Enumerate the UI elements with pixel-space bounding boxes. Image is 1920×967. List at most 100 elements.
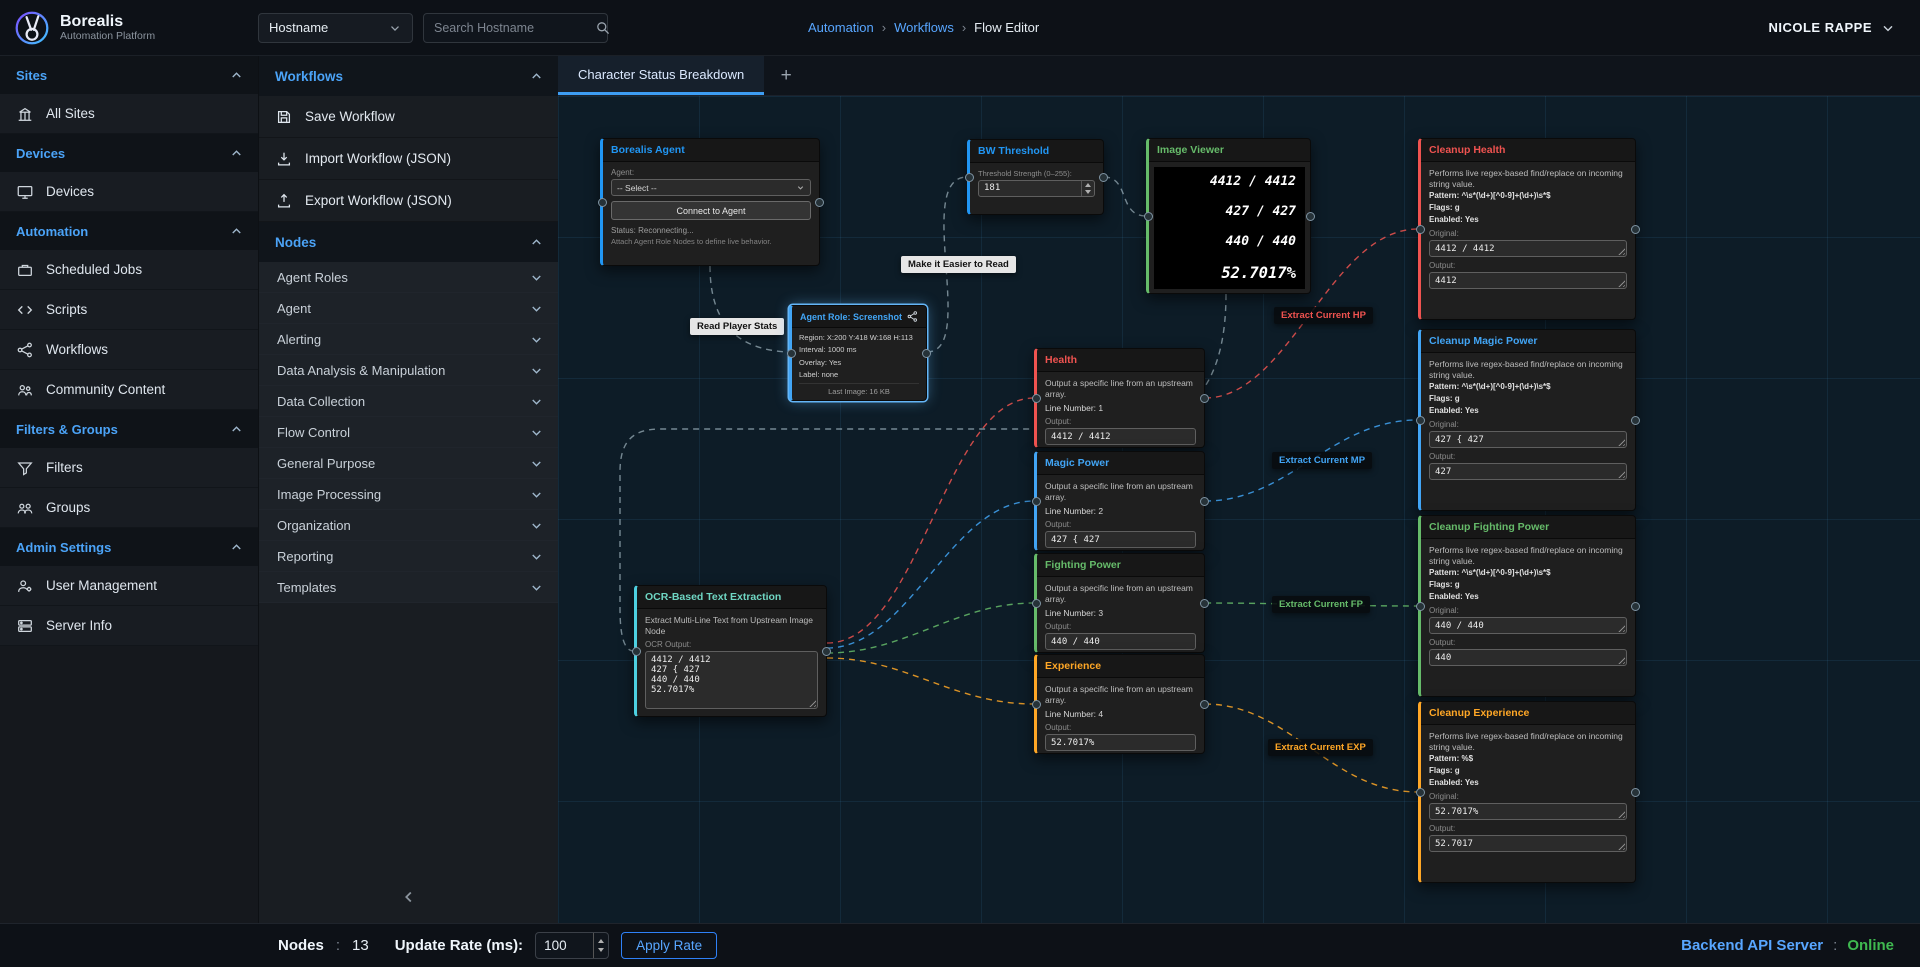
output-field[interactable]: 52.7017% <box>1045 734 1196 751</box>
resize-grip-icon[interactable] <box>1616 809 1625 818</box>
output-label: Output: <box>1429 261 1627 270</box>
node-category-agent-roles[interactable]: Agent Roles <box>259 262 558 293</box>
category-label: Alerting <box>277 332 321 347</box>
original-value: 4412 / 4412 <box>1435 244 1495 254</box>
original-textarea[interactable]: 52.7017% <box>1429 803 1627 820</box>
backend-status-badge: Online <box>1847 937 1894 954</box>
ocr-output-textarea[interactable]: 4412 / 4412 427 { 427 440 / 440 52.7017% <box>645 651 818 709</box>
update-rate-value[interactable] <box>536 933 593 958</box>
original-textarea[interactable]: 427 { 427 <box>1429 431 1627 448</box>
node-category-data-analysis[interactable]: Data Analysis & Manipulation <box>259 355 558 386</box>
apply-rate-button[interactable]: Apply Rate <box>621 932 717 959</box>
output-textarea[interactable]: 427 <box>1429 463 1627 480</box>
sidebar-item-community-content[interactable]: Community Content <box>0 370 258 410</box>
sidebar-section-admin-settings[interactable]: Admin Settings <box>0 528 258 566</box>
output-textarea[interactable]: 4412 <box>1429 272 1627 289</box>
resize-grip-icon[interactable] <box>1616 841 1625 850</box>
workflow-panel: Workflows Save Workflow Import Workflow … <box>258 56 558 923</box>
add-tab-button[interactable]: + <box>764 56 808 95</box>
node-category-image-processing[interactable]: Image Processing <box>259 479 558 510</box>
viewer-line: 427 / 427 <box>1163 204 1296 219</box>
node-category-organization[interactable]: Organization <box>259 510 558 541</box>
node-category-templates[interactable]: Templates <box>259 572 558 603</box>
save-workflow-button[interactable]: Save Workflow <box>259 96 558 138</box>
sidebar-section-sites[interactable]: Sites <box>0 56 258 94</box>
agent-select[interactable]: -- Select -- <box>611 179 811 196</box>
node-experience[interactable]: Experience Output a specific line from a… <box>1034 654 1205 754</box>
node-agent-role-screenshot[interactable]: Agent Role: Screenshot Region: X:200 Y:4… <box>789 305 927 401</box>
number-stepper[interactable] <box>593 933 608 958</box>
resize-grip-icon[interactable] <box>1616 437 1625 446</box>
breadcrumb-workflows[interactable]: Workflows <box>894 20 954 35</box>
original-textarea[interactable]: 4412 / 4412 <box>1429 240 1627 257</box>
node-description: Output a specific line from an upstream … <box>1045 583 1196 604</box>
output-textarea[interactable]: 52.7017 <box>1429 835 1627 852</box>
node-category-reporting[interactable]: Reporting <box>259 541 558 572</box>
resize-grip-icon[interactable] <box>1616 655 1625 664</box>
ocr-output-label: OCR Output: <box>645 640 818 649</box>
share-icon[interactable] <box>907 311 918 322</box>
threshold-input[interactable]: 181 <box>978 180 1095 197</box>
search-icon[interactable] <box>595 20 611 36</box>
hostname-select[interactable]: Hostname <box>258 13 413 43</box>
import-workflow-button[interactable]: Import Workflow (JSON) <box>259 138 558 180</box>
number-stepper[interactable] <box>1081 181 1094 196</box>
sidebar-section-automation[interactable]: Automation <box>0 212 258 250</box>
output-textarea[interactable]: 440 <box>1429 649 1627 666</box>
monitor-icon <box>16 183 34 201</box>
sidebar-item-user-management[interactable]: User Management <box>0 566 258 606</box>
sidebar-item-groups[interactable]: Groups <box>0 488 258 528</box>
sidebar-section-filters-groups[interactable]: Filters & Groups <box>0 410 258 448</box>
sidebar-item-filters[interactable]: Filters <box>0 448 258 488</box>
node-category-general-purpose[interactable]: General Purpose <box>259 448 558 479</box>
search-input[interactable] <box>434 21 595 35</box>
node-category-data-collection[interactable]: Data Collection <box>259 386 558 417</box>
item-label: User Management <box>46 578 157 593</box>
node-category-flow-control[interactable]: Flow Control <box>259 417 558 448</box>
workflows-panel-header[interactable]: Workflows <box>259 56 558 96</box>
sidebar-item-scheduled-jobs[interactable]: Scheduled Jobs <box>0 250 258 290</box>
original-textarea[interactable]: 440 / 440 <box>1429 617 1627 634</box>
sidebar-item-devices[interactable]: Devices <box>0 172 258 212</box>
nodes-panel-header[interactable]: Nodes <box>259 222 558 262</box>
node-fighting-power[interactable]: Fighting Power Output a specific line fr… <box>1034 553 1205 653</box>
interval-line: Interval: 1000 ms <box>799 345 919 355</box>
node-cleanup-health[interactable]: Cleanup Health Performs live regex-based… <box>1418 138 1636 320</box>
node-cleanup-magic-power[interactable]: Cleanup Magic Power Performs live regex-… <box>1418 329 1636 511</box>
sidebar-item-scripts[interactable]: Scripts <box>0 290 258 330</box>
output-field[interactable]: 4412 / 4412 <box>1045 428 1196 445</box>
collapse-panel-button[interactable] <box>390 884 428 915</box>
node-health[interactable]: Health Output a specific line from an up… <box>1034 348 1205 448</box>
node-image-viewer[interactable]: Image Viewer 4412 / 4412 427 / 427 440 /… <box>1146 138 1311 294</box>
flow-canvas[interactable]: Read Player Stats Make it Easier to Read… <box>558 96 1920 923</box>
edge-label-extract-fp: Extract Current FP <box>1272 596 1370 613</box>
resize-grip-icon[interactable] <box>1616 278 1625 287</box>
output-field[interactable]: 427 { 427 <box>1045 531 1196 548</box>
sidebar-item-workflows[interactable]: Workflows <box>0 330 258 370</box>
resize-grip-icon[interactable] <box>1616 246 1625 255</box>
node-cleanup-experience[interactable]: Cleanup Experience Performs live regex-b… <box>1418 701 1636 883</box>
export-workflow-button[interactable]: Export Workflow (JSON) <box>259 180 558 222</box>
resize-grip-icon[interactable] <box>1616 623 1625 632</box>
node-bw-threshold[interactable]: BW Threshold Threshold Strength (0–255):… <box>967 139 1104 215</box>
backend-api-label: Backend API Server <box>1681 937 1823 954</box>
node-magic-power[interactable]: Magic Power Output a specific line from … <box>1034 451 1205 551</box>
node-cleanup-fighting-power[interactable]: Cleanup Fighting Power Performs live reg… <box>1418 515 1636 697</box>
breadcrumb-automation[interactable]: Automation <box>808 20 874 35</box>
sidebar-item-server-info[interactable]: Server Info <box>0 606 258 646</box>
sidebar-item-all-sites[interactable]: All Sites <box>0 94 258 134</box>
tab-character-status-breakdown[interactable]: Character Status Breakdown <box>558 56 764 95</box>
sidebar-section-devices[interactable]: Devices <box>0 134 258 172</box>
update-rate-input[interactable] <box>535 932 609 959</box>
brand: Borealis Automation Platform <box>0 10 258 46</box>
node-category-alerting[interactable]: Alerting <box>259 324 558 355</box>
resize-grip-icon[interactable] <box>807 698 816 707</box>
node-borealis-agent[interactable]: Borealis Agent Agent: -- Select -- Conne… <box>600 138 820 266</box>
user-menu[interactable]: NICOLE RAPPE <box>1768 20 1920 36</box>
node-category-agent[interactable]: Agent <box>259 293 558 324</box>
plus-icon: + <box>781 65 792 87</box>
connect-to-agent-button[interactable]: Connect to Agent <box>611 201 811 220</box>
output-field[interactable]: 440 / 440 <box>1045 633 1196 650</box>
node-ocr-text-extraction[interactable]: OCR-Based Text Extraction Extract Multi-… <box>634 585 827 717</box>
resize-grip-icon[interactable] <box>1616 469 1625 478</box>
